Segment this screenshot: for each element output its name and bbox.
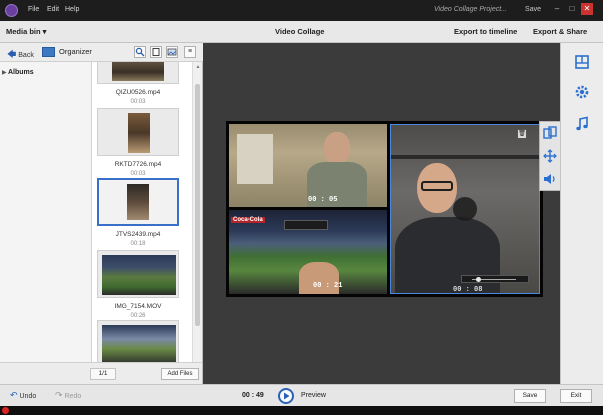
collage-cell-right-selected[interactable]: 🗑 00 : 08: [390, 124, 540, 294]
media-name: IMG_7154.MOV: [114, 303, 162, 310]
scroll-up-icon[interactable]: ▲: [194, 63, 202, 71]
background-wall: [237, 134, 273, 184]
video-thumbnail: [102, 255, 176, 295]
app-logo-icon: [5, 4, 18, 17]
back-arrow-icon: 🡄: [7, 49, 17, 59]
title-bar: File Edit Help Video Collage Project... …: [0, 0, 603, 21]
media-toolbar: 🡄 Back Organizer ≡: [0, 43, 203, 62]
music-note-icon[interactable]: [574, 116, 590, 132]
back-button[interactable]: 🡄 Back: [7, 47, 34, 63]
collage-cell-top-left[interactable]: 00 : 05: [229, 124, 387, 207]
cell-tools: [539, 121, 561, 191]
media-bin-dropdown[interactable]: Media bin ▾: [6, 27, 46, 36]
maximize-icon[interactable]: □: [566, 3, 578, 15]
scoreboard: [284, 220, 328, 230]
undo-label: Undo: [19, 393, 37, 400]
list-item[interactable]: [92, 320, 192, 362]
redo-label: Redo: [64, 393, 82, 400]
menu-icon[interactable]: ≡: [184, 46, 196, 58]
view-icon[interactable]: [150, 46, 162, 58]
redo-icon: ↷: [55, 390, 63, 400]
redo-button[interactable]: ↷ Redo: [55, 390, 81, 401]
coca-cola-sign: Coca-Cola: [231, 217, 265, 223]
play-icon[interactable]: [278, 388, 294, 404]
right-tool-panel: [560, 43, 603, 384]
shelf: [391, 155, 539, 159]
video-thumbnail: [127, 184, 149, 220]
scroll-thumb[interactable]: [195, 84, 200, 326]
timecode-label: 00 : 05: [308, 196, 338, 204]
media-scrollbar[interactable]: ▲: [192, 62, 202, 362]
gear-icon[interactable]: [574, 84, 590, 100]
menu-help[interactable]: Help: [65, 6, 79, 13]
page-indicator: 1/1: [90, 368, 116, 380]
add-files-button[interactable]: Add Files: [161, 368, 199, 380]
titlebar-save[interactable]: Save: [525, 6, 541, 13]
glasses: [421, 181, 453, 191]
media-duration: 00:03: [130, 99, 146, 105]
export-share-button[interactable]: Export & Share: [533, 27, 587, 36]
media-name: QIZU0526.mp4: [115, 89, 161, 96]
total-duration: 00 : 49: [242, 392, 264, 399]
bottom-bar: ↶ Undo ↷ Redo 00 : 49 Preview Save Exit: [0, 384, 603, 406]
albums-heading[interactable]: Albums: [8, 69, 34, 76]
organizer-label[interactable]: Organizer: [59, 47, 92, 56]
minimize-icon[interactable]: –: [551, 3, 563, 15]
video-thumbnail: [102, 325, 176, 362]
back-label: Back: [18, 52, 34, 59]
image-icon[interactable]: [166, 46, 178, 58]
media-duration: 00:26: [130, 313, 146, 319]
layout-icon[interactable]: [574, 54, 590, 70]
media-name: RKTD7726.mp4: [114, 161, 162, 168]
timecode-label: 00 : 08: [453, 286, 483, 294]
media-duration: 00:03: [130, 171, 146, 177]
cell-volume-slider[interactable]: [461, 275, 529, 283]
media-list: QIZU0526.mp4 00:03 RKTD7726.mp4 00:03 JT…: [92, 62, 192, 362]
thumbnail-frame: [97, 250, 179, 298]
search-icon[interactable]: [134, 46, 146, 58]
menu-file[interactable]: File: [28, 6, 39, 13]
thumbnail-frame: [97, 320, 179, 362]
albums-pane: ▶ Albums: [0, 62, 92, 384]
exit-button[interactable]: Exit: [560, 389, 592, 403]
preview-label[interactable]: Preview: [301, 392, 326, 399]
move-icon[interactable]: [543, 149, 557, 163]
video-thumbnail: [112, 62, 164, 81]
header-bar: Media bin ▾ Video Collage Export to time…: [0, 21, 603, 43]
media-duration: 00:18: [130, 241, 146, 247]
slider-knob[interactable]: [476, 277, 481, 282]
list-item[interactable]: QIZU0526.mp4 00:03: [92, 62, 192, 106]
video-thumbnail: [128, 113, 150, 153]
list-item[interactable]: IMG_7154.MOV 00:26: [92, 250, 192, 322]
thumbnail-frame: [97, 108, 179, 156]
record-indicator-icon: [2, 407, 9, 414]
undo-icon: ↶: [10, 390, 18, 400]
window-title: Video Collage Project...: [433, 6, 507, 13]
list-item[interactable]: JTVS2439.mp4 00:18: [92, 178, 192, 250]
person-head: [324, 132, 350, 164]
export-to-timeline-button[interactable]: Export to timeline: [454, 27, 517, 36]
media-bin-panel: 🡄 Back Organizer ≡ ▶ Albums QIZU0526.mp4…: [0, 43, 203, 384]
delete-icon[interactable]: 🗑: [517, 129, 527, 139]
collage-cell-bottom-left[interactable]: Coca-Cola 00 : 21: [229, 210, 387, 294]
thumbnail-frame-selected: [97, 178, 179, 226]
collage-canvas: 00 : 05 Coca-Cola 00 : 21 🗑 00 : 08: [203, 43, 560, 384]
undo-button[interactable]: ↶ Undo: [10, 390, 36, 401]
timecode-label: 00 : 21: [313, 282, 343, 290]
volume-icon[interactable]: [543, 172, 557, 186]
collapse-arrow-icon[interactable]: ▶: [2, 69, 7, 76]
organizer-icon: [42, 47, 55, 57]
thumbnail-frame: [97, 62, 179, 84]
cell-play-overlay[interactable]: [453, 197, 477, 221]
page-title: Video Collage: [275, 27, 325, 36]
video-collage: 00 : 05 Coca-Cola 00 : 21 🗑 00 : 08: [226, 121, 543, 297]
menu-edit[interactable]: Edit: [47, 6, 59, 13]
list-item[interactable]: RKTD7726.mp4 00:03: [92, 108, 192, 180]
media-name: JTVS2439.mp4: [115, 231, 161, 238]
save-button[interactable]: Save: [514, 389, 546, 403]
swap-icon[interactable]: [543, 126, 557, 140]
status-strip: [0, 406, 603, 415]
media-footer: 1/1 Add Files: [0, 362, 202, 384]
close-icon[interactable]: ✕: [581, 3, 593, 15]
